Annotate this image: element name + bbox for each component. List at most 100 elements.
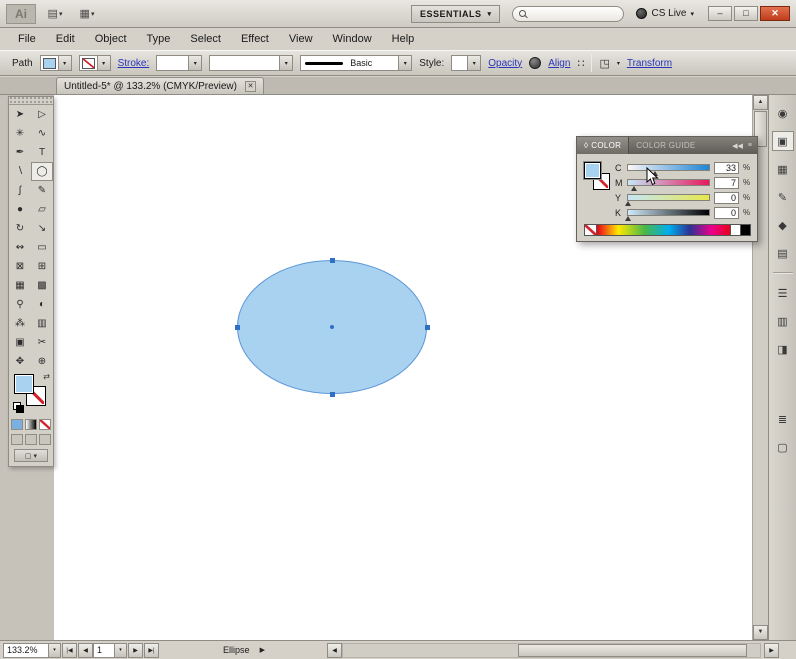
line-segment-tool[interactable]: ∖ [9, 162, 31, 181]
perspective-grid-tool[interactable]: ⊞ [31, 257, 53, 276]
eyedropper-tool[interactable]: ⚲ [9, 295, 31, 314]
search-input[interactable] [530, 8, 617, 19]
scroll-left-button[interactable]: ◀ [327, 643, 342, 658]
yellow-value-field[interactable]: 0 [714, 192, 739, 204]
artboard-number-dropdown[interactable]: 1 ▾ [93, 643, 127, 658]
first-artboard-button[interactable]: |◀ [62, 643, 77, 658]
menu-effect[interactable]: Effect [231, 30, 279, 48]
menu-edit[interactable]: Edit [46, 30, 85, 48]
swap-fill-stroke-icon[interactable]: ⇄ [43, 372, 50, 381]
direct-selection-tool[interactable]: ▷ [31, 105, 53, 124]
black-slider-thumb[interactable] [625, 216, 631, 221]
horizontal-scrollbar[interactable] [342, 643, 761, 658]
status-indicator[interactable]: Ellipse ▶ [164, 643, 324, 658]
stroke-panel-link[interactable]: Stroke: [118, 58, 150, 69]
draw-inside-button[interactable] [39, 434, 51, 445]
lasso-tool[interactable]: ∿ [31, 124, 53, 143]
anchor-point-left[interactable] [235, 325, 240, 330]
column-graph-tool[interactable]: ▥ [31, 314, 53, 333]
recolor-artwork-icon[interactable] [529, 57, 541, 69]
magenta-slider-thumb[interactable] [631, 186, 637, 191]
menu-file[interactable]: File [8, 30, 46, 48]
slice-tool[interactable]: ✂ [31, 333, 53, 352]
align-expand-icon[interactable]: ∷ [577, 57, 584, 70]
previous-artboard-button[interactable]: ◀ [78, 643, 93, 658]
anchor-point-bottom[interactable] [330, 392, 335, 397]
align-link[interactable]: Align [548, 58, 570, 69]
paintbrush-tool[interactable]: ∫ [9, 181, 31, 200]
dock-stroke-icon[interactable]: ☰ [773, 284, 793, 302]
tab-close-icon[interactable]: ✕ [245, 81, 256, 92]
scroll-up-button[interactable]: ▲ [753, 95, 768, 110]
stroke-weight-dropdown[interactable]: ▾ [156, 55, 202, 71]
fill-color-dropdown[interactable]: ▾ [40, 55, 72, 71]
default-fill-stroke-icon[interactable] [13, 402, 24, 413]
menu-window[interactable]: Window [323, 30, 382, 48]
symbol-sprayer-tool[interactable]: ⁂ [9, 314, 31, 333]
menu-select[interactable]: Select [180, 30, 231, 48]
color-spectrum-bar[interactable] [597, 224, 731, 236]
panel-fill-swatch[interactable] [584, 162, 601, 179]
selection-tool[interactable]: ➤ [9, 105, 31, 124]
color-mode-button[interactable] [11, 419, 23, 430]
ellipse-tool[interactable]: ◯ [31, 162, 53, 181]
blob-brush-tool[interactable]: ● [9, 200, 31, 219]
search-field[interactable] [512, 6, 624, 22]
pencil-tool[interactable]: ✎ [31, 181, 53, 200]
dock-graphic-styles-icon[interactable]: ▤ [773, 244, 793, 262]
tab-color-guide[interactable]: COLOR GUIDE [629, 137, 702, 154]
none-swatch[interactable] [584, 224, 597, 236]
panel-grip[interactable] [9, 97, 53, 105]
cyan-value-field[interactable]: 33 [714, 162, 739, 174]
shape-builder-tool[interactable]: ⊠ [9, 257, 31, 276]
graphic-style-dropdown[interactable]: ▾ [451, 55, 481, 71]
arrange-documents-button[interactable]: ▤ ▾ [42, 4, 68, 24]
hand-tool[interactable]: ✥ [9, 352, 31, 371]
anchor-point-top[interactable] [330, 258, 335, 263]
cyan-slider[interactable] [627, 164, 710, 171]
close-button[interactable]: ✕ [760, 6, 790, 21]
screen-mode-button[interactable]: ▢ ▾ [14, 449, 48, 462]
next-artboard-button[interactable]: ▶ [128, 643, 143, 658]
scroll-down-button[interactable]: ▼ [753, 625, 768, 640]
dock-symbols-icon[interactable]: ◆ [773, 216, 793, 234]
anchor-point-right[interactable] [425, 325, 430, 330]
width-tool[interactable]: ↭ [9, 238, 31, 257]
mesh-tool[interactable]: ▦ [9, 276, 31, 295]
scroll-right-button[interactable]: ▶ [764, 643, 779, 658]
eraser-tool[interactable]: ▱ [31, 200, 53, 219]
dock-transparency-icon[interactable]: ◨ [773, 340, 793, 358]
yellow-slider[interactable] [627, 194, 710, 201]
tab-color[interactable]: ◊ COLOR [577, 137, 629, 154]
menu-view[interactable]: View [279, 30, 323, 48]
rotate-tool[interactable]: ↻ [9, 219, 31, 238]
menu-help[interactable]: Help [382, 30, 425, 48]
magenta-value-field[interactable]: 7 [714, 177, 739, 189]
dock-layers-icon[interactable]: ≣ [773, 410, 793, 428]
black-slider[interactable] [627, 209, 710, 216]
screen-layout-button[interactable]: ▦ ▾ [74, 4, 100, 24]
transform-icon[interactable]: ◳ [599, 57, 609, 70]
artboard-tool[interactable]: ▣ [9, 333, 31, 352]
black-swatch[interactable] [741, 224, 751, 236]
cyan-slider-thumb[interactable] [652, 171, 658, 176]
cs-live-button[interactable]: CS Live ▾ [636, 8, 694, 19]
width-profile-dropdown[interactable]: ▾ [209, 55, 293, 71]
dock-artboards-icon[interactable]: ▢ [773, 438, 793, 456]
scale-tool[interactable]: ↘ [31, 219, 53, 238]
dock-brushes-icon[interactable]: ✎ [773, 188, 793, 206]
dock-color-icon[interactable]: ▣ [773, 132, 793, 150]
last-artboard-button[interactable]: ▶| [144, 643, 159, 658]
menu-object[interactable]: Object [85, 30, 137, 48]
collapse-panels-icon[interactable]: ◀◀ [732, 142, 743, 150]
center-point[interactable] [330, 325, 334, 329]
yellow-slider-thumb[interactable] [625, 201, 631, 206]
maximize-button[interactable]: □ [734, 6, 758, 21]
brush-definition-dropdown[interactable]: Basic ▾ [300, 55, 412, 71]
panel-menu-icon[interactable]: ≡ [748, 142, 752, 149]
zoom-tool[interactable]: ⊕ [31, 352, 53, 371]
minimize-button[interactable]: – [708, 6, 732, 21]
gradient-tool[interactable]: ▩ [31, 276, 53, 295]
free-transform-tool[interactable]: ▭ [31, 238, 53, 257]
black-value-field[interactable]: 0 [714, 207, 739, 219]
